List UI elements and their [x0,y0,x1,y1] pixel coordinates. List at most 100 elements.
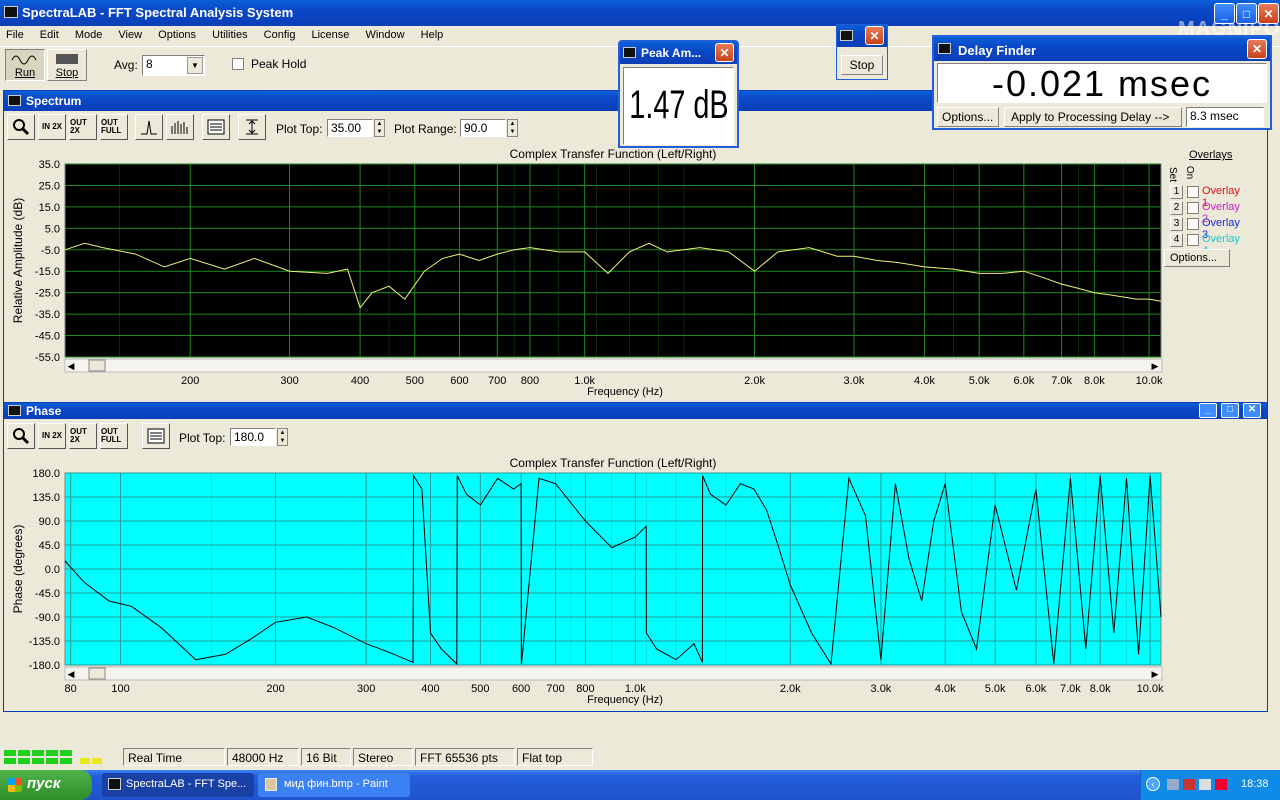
zoom-out-2x-button[interactable]: OUT 2X [69,114,97,140]
spectrum-plot-range-spinner[interactable]: ▲ ▼ [507,119,518,137]
overlay-set-3-button[interactable]: 3 [1170,217,1183,231]
menu-options[interactable]: Options [158,29,196,41]
x-tick-label: 600 [450,375,468,387]
menu-license[interactable]: License [312,29,350,41]
task-paint[interactable]: мид фин.bmp - Paint [258,773,410,797]
network-icon[interactable] [1167,779,1179,790]
volume-icon[interactable] [1199,779,1211,790]
peak-title: Peak Am... [641,46,702,60]
phase-maximize-button[interactable]: □ [1221,403,1239,418]
task-paint-label: мид фин.bmp - Paint [284,778,388,790]
stop-square-icon [56,54,78,64]
menu-edit[interactable]: Edit [40,29,59,41]
task-spectralab-icon [108,778,121,790]
x-tick-label: 4.0k [914,375,935,387]
properties-button[interactable] [202,114,230,140]
delay-finder-title: Delay Finder [958,43,1037,58]
x-tick-label: 700 [488,375,506,387]
phase-plot-top-input[interactable]: 180.0 [230,428,276,446]
menu-config[interactable]: Config [264,29,296,41]
spectrum-plot-range-input[interactable]: 90.0 [460,119,506,137]
phase-properties-button[interactable] [142,423,170,449]
flag-icon[interactable] [1183,779,1195,790]
avg-select[interactable]: 8 ▼ [142,55,205,76]
spectrum-plot-top-input[interactable]: 35.00 [327,119,373,137]
overlay-3-checkbox[interactable] [1187,218,1199,230]
menu-help[interactable]: Help [421,29,444,41]
meter-seg [18,750,30,756]
meter-seg [46,750,58,756]
menu-mode[interactable]: Mode [75,29,103,41]
y-tick-label: -180.0 [29,660,60,672]
y-tick-label: 0.0 [45,564,60,576]
overlay-1-checkbox[interactable] [1187,186,1199,198]
delay-options-button[interactable]: Options... [937,107,999,127]
stop-window-close-button[interactable]: ✕ [865,26,884,45]
overlay-2-checkbox[interactable] [1187,202,1199,214]
line-plot-button[interactable] [135,114,163,140]
chevron-down-icon[interactable]: ▼ [187,57,203,74]
phase-close-button[interactable]: ✕ [1243,403,1261,418]
y-tick-label: 5.0 [45,223,60,235]
status-channels: Stereo [353,748,413,766]
stop-button[interactable]: Stop [47,49,87,81]
run-button[interactable]: Run [5,49,45,81]
close-button[interactable]: ✕ [1258,3,1279,24]
peak-hold-checkbox[interactable] [232,58,244,70]
menu-utilities[interactable]: Utilities [212,29,247,41]
bar-plot-button[interactable] [166,114,194,140]
tray-expand-icon[interactable]: ‹ [1146,777,1160,791]
phase-zoom-icon[interactable] [7,423,35,449]
stop-window-button[interactable]: Stop [841,55,883,75]
zoom-in-2x-button[interactable]: IN 2X [38,114,66,140]
app-icon [4,6,18,18]
overlay-set-1-button[interactable]: 1 [1170,185,1183,199]
phase-zoom-in-2x-button[interactable]: IN 2X [38,423,66,449]
y-tick-label: -25.0 [35,288,60,300]
overlays-options-button[interactable]: Options... [1164,249,1230,267]
menu-view[interactable]: View [118,29,142,41]
start-button[interactable]: пуск [0,770,92,800]
y-tick-label: -55.0 [35,352,60,364]
x-axis-label: Frequency (Hz) [587,386,663,398]
x-tick-label: 6.0k [1025,683,1046,695]
properties-icon [207,119,225,135]
phase-plot-top-spinner[interactable]: ▲ ▼ [277,428,288,446]
maximize-button[interactable]: □ [1236,3,1257,24]
menu-window[interactable]: Window [365,29,404,41]
phase-zoom-out-full-button[interactable]: OUT FULL [100,423,128,449]
spectrum-plot-top-spinner[interactable]: ▲ ▼ [374,119,385,137]
peak-close-button[interactable]: ✕ [715,43,734,62]
menu-file[interactable]: File [6,29,24,41]
minimize-button[interactable]: _ [1214,3,1235,24]
zoom-out-full-button[interactable]: OUT FULL [100,114,128,140]
meter-seg [32,758,44,764]
phase-minimize-button[interactable]: _ [1199,403,1217,418]
y-tick-label: 180.0 [32,468,60,480]
overlay-4-checkbox[interactable] [1187,234,1199,246]
overlay-set-4-button[interactable]: 4 [1170,233,1183,247]
y-tick-label: 15.0 [39,202,60,214]
phase-zoom-out-2x-button[interactable]: OUT 2X [69,423,97,449]
zoom-icon[interactable] [7,114,35,140]
spectrum-icon [8,95,21,106]
chart-title: Complex Transfer Function (Left/Right) [510,147,717,161]
task-spectralab[interactable]: SpectraLAB - FFT Spe... [102,773,254,797]
y-tick-label: 45.0 [39,540,60,552]
y-tick-label: 90.0 [39,516,60,528]
delay-finder-close-button[interactable]: ✕ [1247,39,1267,59]
overlay-set-2-button[interactable]: 2 [1170,201,1183,215]
security-icon[interactable] [1215,779,1227,790]
x-tick-label: 8.0k [1084,375,1105,387]
meter-seg [32,750,44,756]
peak-title-bar: Peak Am... ✕ [620,42,737,64]
magnifier-icon [13,119,30,136]
task-spectralab-label: SpectraLAB - FFT Spe... [126,778,247,790]
spectrum-plot-range-label: Plot Range: [394,122,457,136]
y-tick-label: 135.0 [32,492,60,504]
delay-value-field[interactable]: 8.3 msec [1186,107,1264,127]
avg-value: 8 [146,57,153,71]
x-tick-label: 500 [471,683,489,695]
apply-delay-button[interactable]: Apply to Processing Delay --> [1004,107,1182,127]
scale-button[interactable] [238,114,266,140]
